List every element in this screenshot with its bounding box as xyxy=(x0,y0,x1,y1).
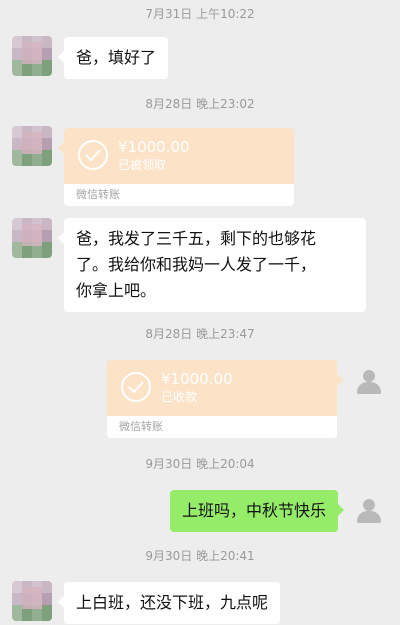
transfer-status: 已收款 xyxy=(161,390,198,404)
transfer-card[interactable]: ¥1000.00 已收款 微信转账 xyxy=(107,360,343,438)
message-bubble[interactable]: 爸，我发了三千五，剩下的也够花 了。我给你和我妈一人发了一千， 你拿上吧。 xyxy=(58,218,366,312)
transfer-card-top: ¥1000.00 已被领取 xyxy=(58,128,294,184)
transfer-amount: ¥1000.00 xyxy=(118,138,190,156)
check-circle-icon xyxy=(121,372,151,402)
message-text: 爸，填好了 xyxy=(76,48,157,67)
message-text-line: 爸，我发了三千五，剩下的也够花 xyxy=(76,229,317,248)
message-bubble[interactable]: 上白班，还没下班，九点呢 xyxy=(57,582,281,624)
timestamp: 9月30日 晚上20:41 xyxy=(145,549,255,563)
check-circle-icon xyxy=(78,140,108,170)
message-text-line: 你拿上吧。 xyxy=(76,281,157,300)
contact-avatar[interactable] xyxy=(12,581,52,621)
transfer-status: 已被领取 xyxy=(118,158,167,172)
message-text: 上班吗，中秋节快乐 xyxy=(181,501,326,520)
transfer-card-top: ¥1000.00 已收款 xyxy=(107,360,343,416)
self-avatar-icon[interactable] xyxy=(355,497,383,525)
message-bubble[interactable]: 上班吗，中秋节快乐 xyxy=(169,490,345,532)
self-avatar-icon[interactable] xyxy=(355,368,383,396)
timestamp: 7月31日 上午10:22 xyxy=(145,7,255,21)
transfer-card[interactable]: ¥1000.00 已被领取 微信转账 xyxy=(58,128,294,206)
transfer-amount: ¥1000.00 xyxy=(161,370,233,388)
message-text: 上白班，还没下班，九点呢 xyxy=(76,593,269,612)
timestamp: 9月30日 晚上20:04 xyxy=(145,457,255,471)
transfer-label: 微信转账 xyxy=(64,184,294,206)
contact-avatar[interactable] xyxy=(12,218,52,258)
message-text-line: 了。我给你和我妈一人发了一千， xyxy=(76,255,317,274)
contact-avatar[interactable] xyxy=(12,126,52,166)
transfer-label: 微信转账 xyxy=(107,416,337,438)
timestamp: 8月28日 晚上23:47 xyxy=(145,327,255,341)
timestamp: 8月28日 晚上23:02 xyxy=(145,97,255,111)
message-bubble[interactable]: 爸，填好了 xyxy=(57,37,169,79)
contact-avatar[interactable] xyxy=(12,36,52,76)
